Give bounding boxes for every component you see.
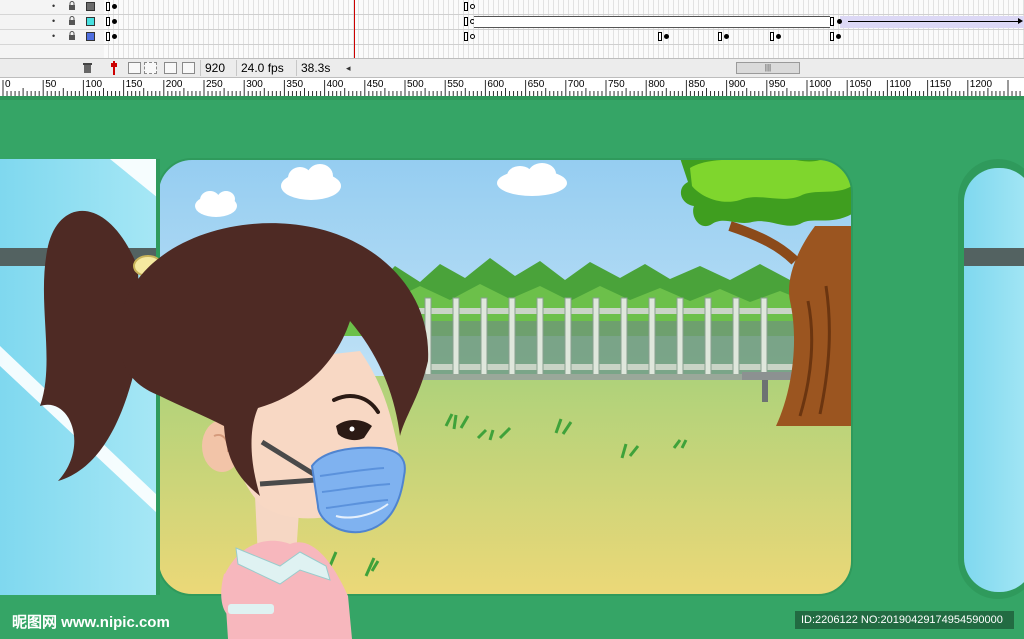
timeline-layer-row[interactable]: • [0, 0, 1024, 15]
ruler-label: 500 [407, 79, 424, 90]
layer-outline-swatch[interactable] [86, 2, 95, 11]
ruler-label: 1100 [889, 79, 911, 90]
horizontal-ruler: 0 50 100 150 200 250 300 350 400 450 500 550 600 650 7… [0, 78, 1024, 97]
keyframe[interactable] [112, 19, 117, 24]
ruler-label: 950 [768, 79, 786, 90]
keyframe[interactable] [112, 4, 117, 9]
ruler-label: 450 [366, 79, 384, 90]
bench [742, 372, 792, 380]
trash-icon[interactable] [82, 62, 93, 74]
layer-controls: • [0, 0, 104, 15]
ruler-label: 850 [688, 79, 706, 90]
keyframe[interactable] [724, 34, 729, 39]
frame-track[interactable] [104, 15, 1024, 30]
timeline-layer-row[interactable]: • [0, 30, 1024, 45]
ruler-label: 750 [608, 79, 625, 90]
tween-arrow [848, 21, 1020, 22]
ruler-label: 650 [527, 79, 545, 90]
ruler-label: 250 [206, 79, 223, 90]
watermark-left: 昵图网 www.nipic.com [12, 614, 170, 631]
layer-controls: • [0, 15, 104, 30]
animation-stage[interactable] [0, 96, 1024, 639]
ruler-label: 400 [326, 79, 344, 90]
ruler-label: 600 [487, 79, 505, 90]
playhead[interactable] [354, 0, 355, 58]
ruler-label: 1050 [849, 79, 872, 90]
keyframe-end[interactable] [830, 17, 834, 26]
dot-icon[interactable]: • [52, 17, 55, 26]
modify-onion-markers-icon[interactable] [182, 62, 195, 74]
lock-icon[interactable] [68, 1, 76, 11]
lock-icon[interactable] [68, 31, 76, 41]
edit-multiple-frames-icon[interactable] [164, 62, 177, 74]
keyframe[interactable] [836, 34, 841, 39]
keyframe[interactable] [837, 19, 842, 24]
keyframe-end[interactable] [464, 17, 468, 26]
layer-controls [0, 45, 104, 58]
ruler-label: 550 [447, 79, 464, 90]
tree-canopy [680, 159, 852, 226]
keyframe-end[interactable] [830, 32, 834, 41]
ruler-label: 200 [165, 79, 183, 90]
ruler-label: 900 [728, 79, 746, 90]
keyframe-start[interactable] [106, 17, 110, 26]
ruler-label: 150 [125, 79, 143, 90]
ruler-label: 1200 [969, 79, 993, 90]
keyframe[interactable] [776, 34, 781, 39]
ruler-label: 50 [45, 79, 57, 90]
keyframe-end[interactable] [770, 32, 774, 41]
ruler-label: 1000 [809, 79, 832, 90]
ruler-label: 350 [286, 79, 304, 90]
layer-outline-swatch[interactable] [86, 32, 95, 41]
keyframe-start[interactable] [106, 32, 110, 41]
elapsed-time: 38.3s [296, 60, 334, 76]
scroll-left-icon[interactable]: ◂ [346, 63, 351, 74]
timeline-layer-row[interactable] [0, 45, 1024, 58]
tween-arrowhead [1018, 18, 1023, 24]
keyframe-end[interactable] [464, 2, 468, 11]
timeline-panel: • • • [0, 0, 1024, 58]
right-window [958, 159, 1024, 599]
timeline-status-bar: 920 24.0 fps 38.3s ◂ ||| [0, 58, 1024, 78]
frame-rate[interactable]: 24.0 fps [236, 60, 288, 76]
ruler-label: 800 [648, 79, 665, 90]
keyframe[interactable] [112, 34, 117, 39]
ruler-label: 1150 [929, 79, 952, 90]
frame-track[interactable] [104, 0, 1024, 15]
empty-keyframe[interactable] [470, 34, 475, 39]
frame-track[interactable] [104, 45, 1024, 58]
ruler-label: 700 [567, 79, 585, 90]
ruler-label: 300 [246, 79, 263, 90]
layer-controls: • [0, 30, 104, 45]
cartoon-scene [0, 96, 1024, 639]
dot-icon[interactable]: • [52, 2, 55, 11]
empty-keyframe[interactable] [470, 4, 475, 9]
keyframe-start[interactable] [106, 2, 110, 11]
keyframe[interactable] [664, 34, 669, 39]
timeline-layer-row[interactable]: • [0, 15, 1024, 30]
keyframe-end[interactable] [718, 32, 722, 41]
onion-skin-outlines-icon[interactable] [144, 62, 157, 74]
keyframe-end[interactable] [464, 32, 468, 41]
lock-icon[interactable] [68, 16, 76, 26]
keyframe-end[interactable] [658, 32, 662, 41]
playhead-marker-icon[interactable] [110, 61, 118, 75]
frame-track[interactable] [104, 30, 1024, 45]
current-frame: 920 [200, 60, 229, 76]
motion-tween-span[interactable] [840, 16, 1024, 28]
watermark-right: ID:2206122 NO:20190429174954590000 [795, 611, 1014, 629]
timeline-scrollbar-thumb[interactable]: ||| [736, 62, 800, 74]
dot-icon[interactable]: • [52, 32, 55, 41]
ruler-label: 100 [85, 79, 103, 90]
layer-outline-swatch[interactable] [86, 17, 95, 26]
ruler-label: 0 [5, 79, 11, 90]
onion-skin-icon[interactable] [128, 62, 141, 74]
static-frames[interactable] [474, 16, 830, 28]
